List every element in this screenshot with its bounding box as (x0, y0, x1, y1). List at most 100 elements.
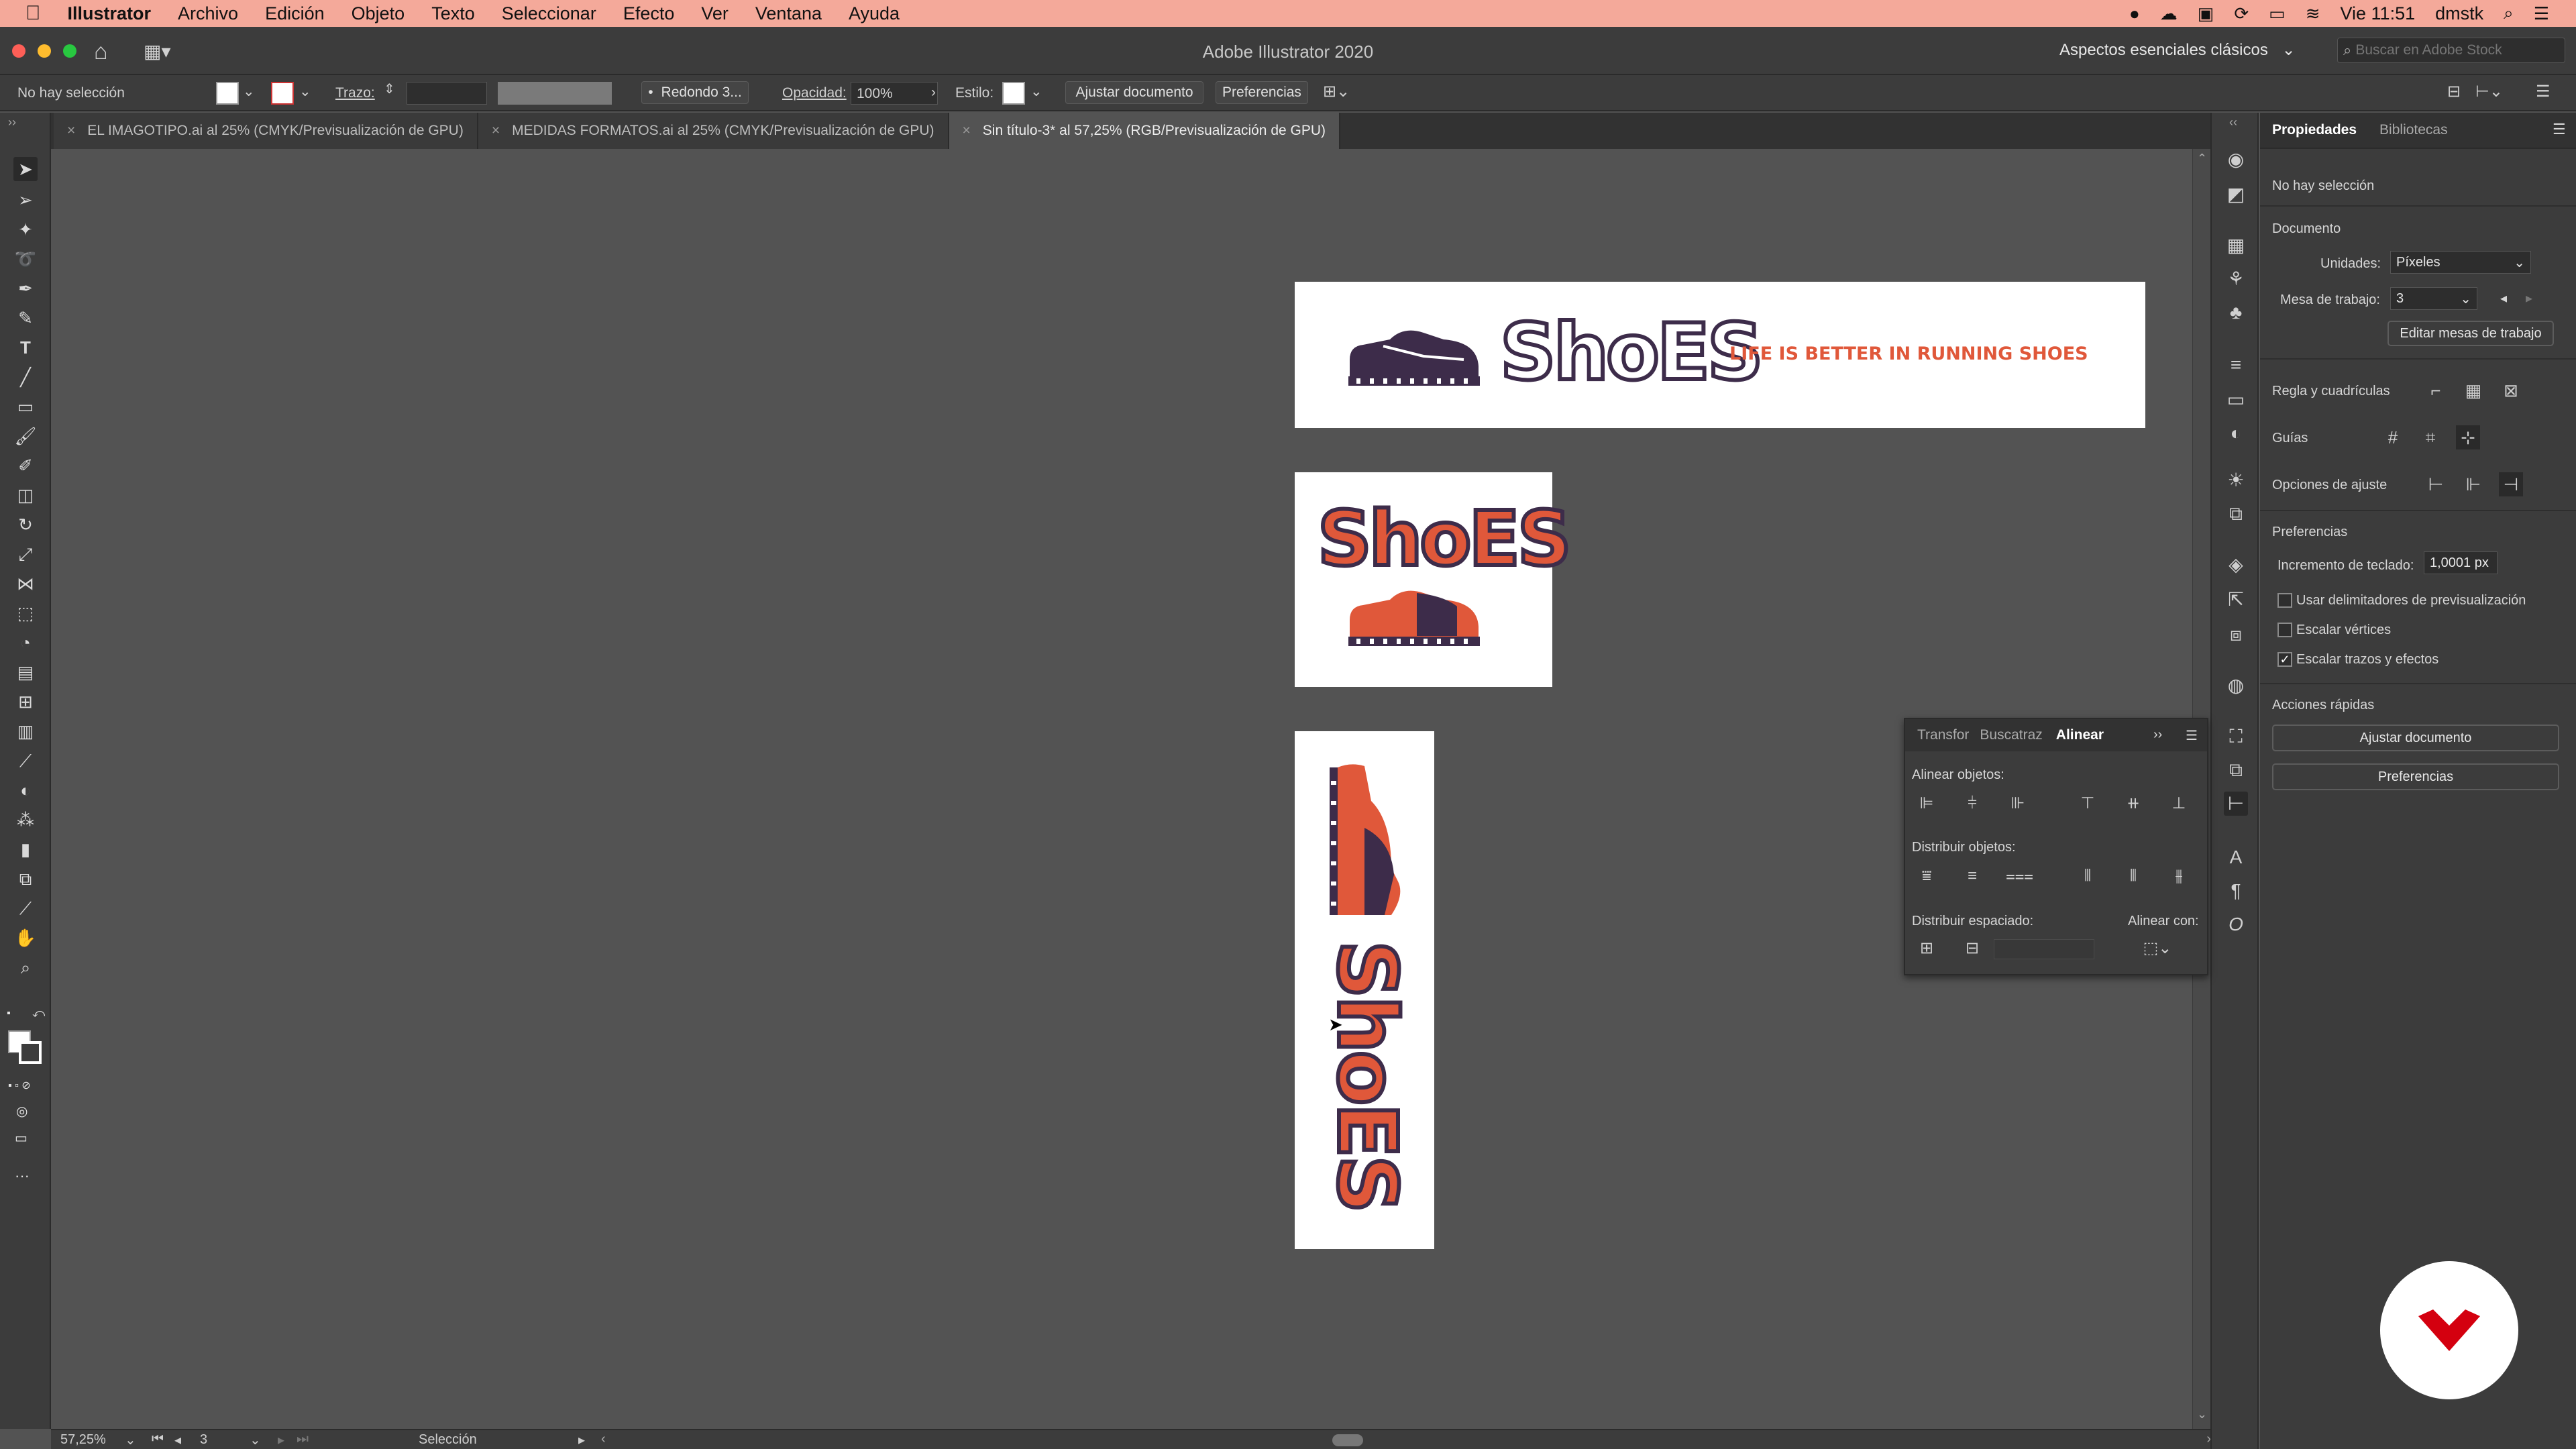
units-dropdown[interactable]: Píxeles ⌄ (2390, 251, 2531, 274)
tab-properties[interactable]: Propiedades (2272, 112, 2357, 148)
transparency-panel-icon[interactable]: ◐ (2224, 421, 2248, 445)
strip-collapse-icon[interactable]: ‹‹ (2229, 115, 2237, 129)
tab-sin-titulo-3[interactable]: × Sin título-3* al 57,25% (RGB/Previsual… (949, 113, 1341, 149)
cc-libraries-icon[interactable]: ◍ (2224, 674, 2248, 698)
apple-menu-icon[interactable]:  (25, 2, 41, 25)
menu-texto[interactable]: Texto (431, 3, 475, 24)
horizontal-distribute-space-icon[interactable]: ⊟ (1960, 936, 1984, 961)
next-artboard-arrow-icon[interactable]: ▸ (2526, 290, 2532, 307)
snap-to-glyph-icon[interactable]: ⊣ (2499, 472, 2523, 496)
color-panel-icon[interactable]: ◉ (2224, 148, 2248, 172)
panel-menu-icon[interactable]: ☰ (2186, 727, 2198, 744)
distribute-top-icon[interactable]: ⩸ (1915, 864, 1939, 888)
brand-logo[interactable] (2380, 1261, 2518, 1399)
clock[interactable]: Vie 11:51 (2341, 3, 2416, 24)
lock-guides-icon[interactable]: ⌗ (2418, 425, 2443, 449)
brushes-panel-icon[interactable]: ⚘ (2224, 267, 2248, 291)
brush-definition-dropdown[interactable]: • Redondo 3... (641, 81, 749, 104)
artboard-2-square[interactable]: ShoES (1295, 472, 1574, 687)
snap-to-point-icon[interactable]: ⊩ (2461, 472, 2485, 496)
artboards-panel-icon[interactable]: ⧈ (2224, 623, 2248, 647)
toolbar-collapse-icon[interactable]: ›› (8, 115, 16, 129)
tab-medidas-formatos[interactable]: × MEDIDAS FORMATOS.ai al 25% (CMYK/Previ… (478, 113, 949, 149)
prev-artboard-icon[interactable]: ◂ (174, 1432, 181, 1448)
opentype-panel-icon[interactable]: O (2224, 912, 2248, 936)
menu-seleccionar[interactable]: Seleccionar (502, 3, 596, 24)
menu-ver[interactable]: Ver (701, 3, 729, 24)
canvas-area[interactable]: ShoES LIFE IS BETTER IN RUNNING SHOES Sh… (52, 149, 2192, 1429)
spotlight-search-icon[interactable]: ⌕ (2504, 3, 2514, 24)
menu-ayuda[interactable]: Ayuda (849, 3, 900, 24)
stroke-weight-stepper[interactable]: ⇕ (384, 80, 395, 97)
stroke-color-box[interactable] (19, 1041, 42, 1064)
scale-tool-icon[interactable]: ⤢ (13, 542, 38, 566)
scroll-left-icon[interactable]: ‹ (601, 1432, 606, 1447)
direct-selection-tool-icon[interactable]: ➢ (13, 188, 38, 212)
distribute-bottom-icon[interactable]: ⩶ (2006, 864, 2033, 888)
line-tool-icon[interactable]: ╱ (13, 365, 38, 389)
free-transform-tool-icon[interactable]: ⬚ (13, 601, 38, 625)
preview-bounds-checkbox[interactable] (2277, 593, 2292, 608)
horizontal-scrollbar[interactable]: ‹ › (601, 1432, 2211, 1448)
panel-expand-icon[interactable]: ›› (2153, 727, 2162, 743)
distribute-horizontal-center-icon[interactable]: ⦀ (2121, 864, 2145, 888)
opacity-label[interactable]: Opacidad: (782, 85, 847, 101)
stroke-dropdown-chevron-icon[interactable]: ⌄ (299, 83, 311, 100)
rectangle-tool-icon[interactable]: ▭ (13, 394, 38, 419)
tab-el-imagotipo[interactable]: × EL IMAGOTIPO.ai al 25% (CMYK/Previsual… (54, 113, 478, 149)
mesh-tool-icon[interactable]: ⊞ (13, 690, 38, 714)
tab-align[interactable]: Alinear (2056, 727, 2104, 743)
appearance-panel-icon[interactable]: ☀ (2224, 468, 2248, 492)
paragraph-panel-icon[interactable]: ¶ (2224, 879, 2248, 903)
menu-efecto[interactable]: Efecto (623, 3, 675, 24)
gradient-tool-icon[interactable]: ▥ (13, 719, 38, 743)
rulers-icon[interactable]: ⌐ (2424, 378, 2448, 402)
align-left-icon[interactable]: ⊫ (1915, 792, 1939, 816)
distribute-right-icon[interactable]: ⫵ (2167, 864, 2191, 888)
stock-search-field[interactable]: ⌕ (2337, 38, 2565, 63)
paintbrush-tool-icon[interactable]: 🖌 (13, 424, 38, 448)
align-horizontal-center-icon[interactable]: ⫩ (1960, 792, 1984, 816)
lasso-tool-icon[interactable]: ➰ (13, 247, 38, 271)
type-tool-icon[interactable]: T (13, 335, 38, 360)
selection-tool-icon[interactable]: ➤ (13, 157, 38, 181)
stroke-swatch[interactable] (271, 82, 294, 105)
edit-artboards-button[interactable]: Editar mesas de trabajo (2387, 321, 2554, 346)
first-artboard-icon[interactable]: ⏮ (152, 1432, 164, 1447)
arrange-icon[interactable]: ⊞⌄ (1323, 82, 1350, 101)
variable-width-profile[interactable] (498, 82, 612, 105)
zoom-tool-icon[interactable]: ⌕ (13, 955, 38, 979)
panel-toggle-icon[interactable]: ⊟ (2447, 82, 2461, 101)
eraser-tool-icon[interactable]: ◫ (13, 483, 38, 507)
shape-builder-tool-icon[interactable]: ◔ (13, 631, 38, 655)
blend-tool-icon[interactable]: ◐ (13, 778, 38, 802)
asset-export-icon[interactable]: ⇱ (2224, 588, 2248, 612)
align-vertical-center-icon[interactable]: ⧺ (2121, 792, 2145, 816)
quick-preferences-button[interactable]: Preferencias (2272, 763, 2559, 790)
control-center-icon[interactable]: ☰ (2534, 3, 2549, 24)
fit-document-button[interactable]: Ajustar documento (1065, 81, 1203, 104)
cloud-status-icon[interactable]: ☁ (2160, 3, 2178, 24)
opacity-field[interactable]: 100% (851, 82, 938, 105)
workspace-switcher[interactable]: Aspectos esenciales clásicos ⌄ (2059, 40, 2296, 60)
fill-swatch[interactable] (216, 82, 239, 105)
prev-artboard-arrow-icon[interactable]: ◂ (2500, 290, 2507, 307)
show-guides-icon[interactable]: # (2381, 425, 2405, 449)
status-arrow-icon[interactable]: ▸ (578, 1432, 585, 1448)
symbol-sprayer-tool-icon[interactable]: ⁂ (13, 808, 38, 832)
stroke-weight-field[interactable] (407, 82, 487, 105)
gradient-panel-icon[interactable]: ▭ (2224, 388, 2248, 412)
scale-strokes-checkbox[interactable]: ✓ (2277, 652, 2292, 667)
align-right-icon[interactable]: ⊪ (2006, 792, 2030, 816)
scroll-down-icon[interactable]: ⌄ (2197, 1407, 2207, 1421)
align-panel-icon[interactable]: ⊢ (2224, 792, 2248, 816)
eyedropper-tool-icon[interactable]: ⟋ (13, 749, 38, 773)
airplay-icon[interactable]: ▭ (2269, 3, 2286, 24)
rotate-tool-icon[interactable]: ↻ (13, 513, 38, 537)
align-top-icon[interactable]: ⊤ (2076, 792, 2100, 816)
artboard-tool-icon[interactable]: ⧉ (13, 867, 38, 891)
artboard-dropdown[interactable]: 3 ⌄ (2390, 287, 2477, 310)
drawing-modes-icon[interactable]: ◎ (16, 1103, 28, 1120)
menu-archivo[interactable]: Archivo (178, 3, 238, 24)
symbols-panel-icon[interactable]: ♣ (2224, 301, 2248, 325)
